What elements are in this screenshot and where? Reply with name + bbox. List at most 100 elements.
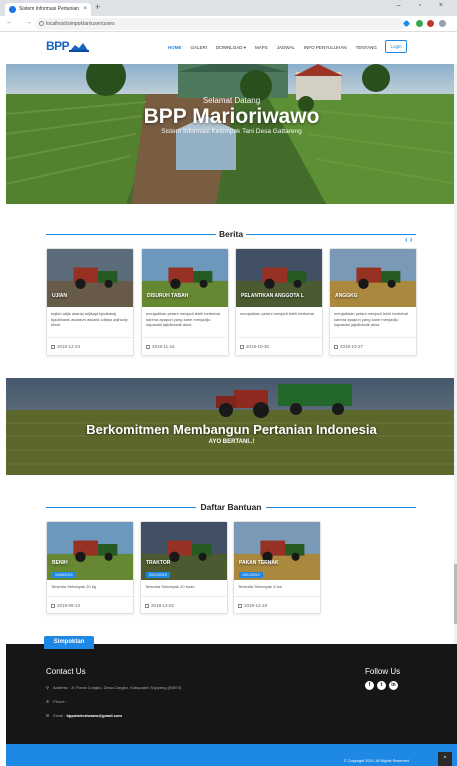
calendar-icon xyxy=(240,344,244,349)
envelope-icon: ✉ xyxy=(46,713,50,718)
login-button[interactable]: Login xyxy=(385,40,407,53)
nav-item-jadwal[interactable]: JADWAL xyxy=(277,45,295,50)
extension-icon[interactable] xyxy=(416,20,423,27)
calendar-icon xyxy=(51,603,55,608)
window-controls[interactable]: – ▫ × xyxy=(397,2,451,9)
news-date: 2019-11-15 xyxy=(146,344,175,349)
news-title[interactable]: PELANTIKAN ANGGOTA L xyxy=(241,293,304,299)
carousel-arrows[interactable]: ‹ › xyxy=(405,235,413,244)
info-icon xyxy=(39,21,44,26)
aid-date-badge: 19/09/2019 xyxy=(52,572,76,578)
news-excerpt: menjadikan petani menjadi lebih berbahal… xyxy=(146,311,220,327)
copyright-text: © Copyright 2019. All Rights Reserved xyxy=(344,759,409,763)
aid-date: 2019-12-02 xyxy=(145,603,174,608)
site-navbar: BPP HOME GALERI DOWNLOAD ▾ MAPS JADWAL INFO P… xyxy=(0,33,457,64)
heading-rule xyxy=(266,507,416,508)
aid-stock: Tersedia Sebanyak 20 kg xyxy=(51,584,96,589)
address-label: Address : xyxy=(52,685,70,690)
browser-tab[interactable]: Sistem Informasi Pertanian × xyxy=(5,3,91,16)
url-input[interactable]: localhost/simpoktan/user/users xyxy=(36,18,406,30)
browser-tab-bar: Sistem Informasi Pertanian × + – ▫ × xyxy=(0,0,457,16)
card-divider xyxy=(236,337,322,338)
calendar-icon xyxy=(146,344,150,349)
new-tab-icon[interactable]: + xyxy=(95,2,100,12)
aid-date-badge: 20/12/2019 xyxy=(146,572,170,578)
email-label: Email : xyxy=(53,713,66,718)
hero-welcome-text: Selamat Datang xyxy=(202,96,261,105)
nav-item-galeri[interactable]: GALERI xyxy=(191,45,208,50)
news-card[interactable]: DISURUH TABAH menjadikan petani menjadi … xyxy=(141,248,229,356)
profile-avatar-icon[interactable] xyxy=(439,20,446,27)
aid-date-text: 2019-09-13 xyxy=(57,603,81,608)
aid-title[interactable]: PAKAN TERNAK xyxy=(239,560,279,566)
banner-subtitle: AYO BERTANI..! xyxy=(208,439,255,445)
nav-item-tentang[interactable]: TENTANG xyxy=(356,45,377,50)
close-tab-icon[interactable]: × xyxy=(83,3,87,16)
footer xyxy=(6,644,457,744)
nav-item-maps[interactable]: MAPS xyxy=(255,45,268,50)
news-date-text: 2019-10-27 xyxy=(340,344,364,349)
back-to-top-button[interactable]: ^ xyxy=(438,752,452,766)
hero-caption: Selamat Datang BPP Marioriwawo Sistem In… xyxy=(6,64,457,204)
contact-title: Contact Us xyxy=(46,667,86,676)
aid-date: 2019-09-13 xyxy=(51,603,80,608)
email-row: ✉ Email : bppmarioriwawo@gmail.com xyxy=(46,713,122,718)
extension-icon[interactable] xyxy=(427,20,434,27)
phone-row: ✆ Phone : xyxy=(46,699,67,704)
news-title[interactable]: ANGGKG xyxy=(335,293,358,299)
aid-card[interactable]: PAKAN TERNAK 19/12/2019 Tersedia Sebanya… xyxy=(233,521,321,614)
aid-card[interactable]: TRAKTOR 20/12/2019 Tersedia Sebanyak 20 … xyxy=(140,521,228,614)
news-card[interactable]: PELANTIKAN ANGGOTA L menjadikan petani m… xyxy=(235,248,323,356)
news-card[interactable]: UJIAN bajkld adjls asankj adjlkajd bjadk… xyxy=(46,248,134,356)
hero-subtitle: Sistem Informasi Kelompok Tani Desa Gatt… xyxy=(161,128,302,135)
banner-title: Berkomitmen Membangun Pertanian Indonesi… xyxy=(86,422,377,437)
phone-label: Phone : xyxy=(53,699,67,704)
twitter-icon[interactable]: t xyxy=(377,681,386,690)
card-divider xyxy=(141,596,227,597)
aid-card[interactable]: BENIH 19/09/2019 Tersedia Sebanyak 20 kg… xyxy=(46,521,134,614)
news-card[interactable]: ANGGKG menjadikan petani menjadi lebih b… xyxy=(329,248,417,356)
news-title[interactable]: UJIAN xyxy=(52,293,67,299)
footer-brand-tab: Simpoktan xyxy=(44,636,94,649)
berita-heading: Berita xyxy=(46,229,416,239)
commitment-banner: Berkomitmen Membangun Pertanian Indonesi… xyxy=(6,378,457,475)
aid-title[interactable]: BENIH xyxy=(52,560,68,566)
logo-building-icon xyxy=(69,43,89,52)
news-title[interactable]: DISURUH TABAH xyxy=(147,293,188,299)
aid-date-text: 2019-12-18 xyxy=(244,603,268,608)
aid-date: 2019-12-18 xyxy=(238,603,267,608)
news-date-text: 2019-12-24 xyxy=(57,344,81,349)
calendar-icon xyxy=(51,344,55,349)
email-value[interactable]: bppmarioriwawo@gmail.com xyxy=(66,713,121,718)
card-divider xyxy=(330,337,416,338)
news-excerpt: menjadikan petani menjadi lebih berbahal… xyxy=(334,311,408,327)
heading-rule xyxy=(246,234,416,235)
calendar-icon xyxy=(334,344,338,349)
news-date: 2019-10-30 xyxy=(240,344,269,349)
address-row: ⚲ Address : Jl. Poros Congko, Desa Congk… xyxy=(46,685,181,690)
calendar-icon xyxy=(238,603,242,608)
aid-title[interactable]: TRAKTOR xyxy=(146,560,170,566)
linkedin-icon[interactable]: in xyxy=(389,681,398,690)
site-logo[interactable]: BPP xyxy=(46,39,70,53)
browser-tab-title: Sistem Informasi Pertanian xyxy=(19,6,80,12)
main-menu: HOME GALERI DOWNLOAD ▾ MAPS JADWAL INFO PENYU… xyxy=(168,45,386,51)
aid-date-text: 2019-12-02 xyxy=(151,603,175,608)
news-date: 2019-10-27 xyxy=(334,344,363,349)
card-divider xyxy=(142,337,228,338)
bantuan-heading: Daftar Bantuan xyxy=(46,502,416,512)
follow-title: Follow Us xyxy=(365,667,401,676)
news-date-text: 2019-11-15 xyxy=(152,344,175,349)
card-divider xyxy=(234,596,320,597)
page-root: Sistem Informasi Pertanian × + – ▫ × ← →… xyxy=(0,0,457,766)
url-text: localhost/simpoktan/user/users xyxy=(46,21,115,27)
calendar-icon xyxy=(145,603,149,608)
hero-slider: Selamat Datang BPP Marioriwawo Sistem In… xyxy=(6,64,457,204)
phone-icon: ✆ xyxy=(46,699,50,704)
nav-item-download[interactable]: DOWNLOAD ▾ xyxy=(216,45,246,51)
nav-item-home[interactable]: HOME xyxy=(168,45,182,50)
nav-item-info-penyuluhan[interactable]: INFO PENYULUHAN xyxy=(304,45,347,50)
address-value: Jl. Poros Congko, Desa Congko, Kabupaten… xyxy=(70,685,182,690)
facebook-icon[interactable]: f xyxy=(365,681,374,690)
hero-title: BPP Marioriwawo xyxy=(143,105,320,128)
